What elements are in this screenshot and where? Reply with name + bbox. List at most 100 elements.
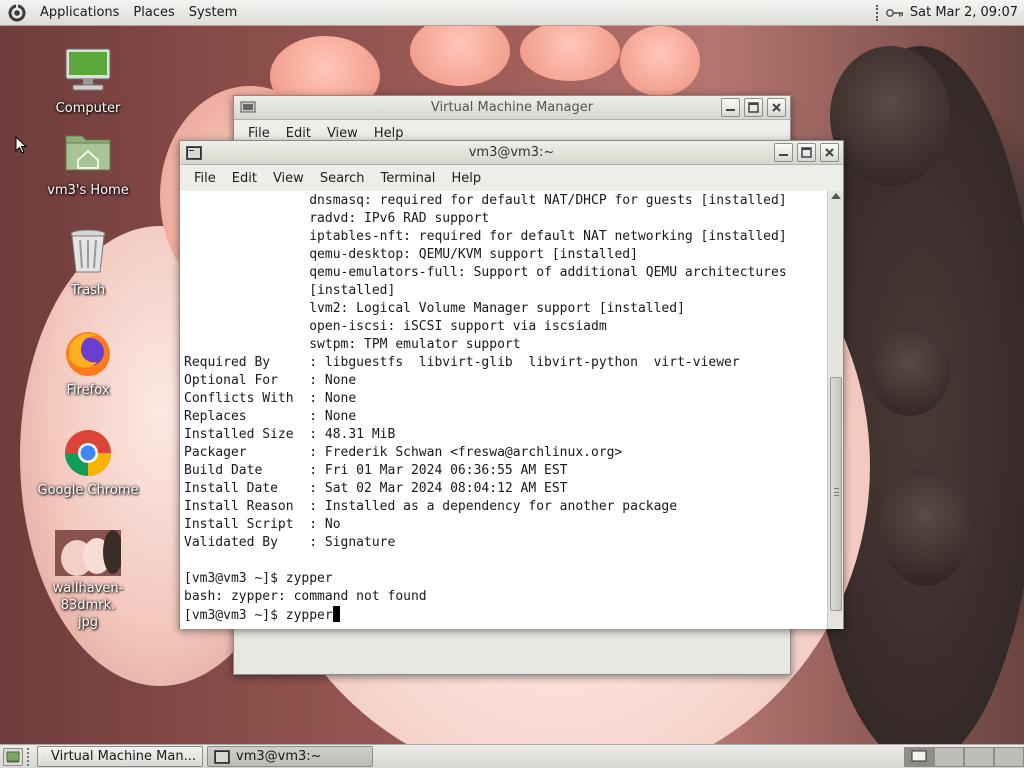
maximize-icon xyxy=(748,102,759,113)
terminal-prompt-text: [vm3@vm3 ~]$ zypper xyxy=(184,608,333,623)
vmm-title: Virtual Machine Manager xyxy=(430,100,594,115)
desktop-icon-wallpaper-file[interactable]: wallhaven-83dmrk. jpg xyxy=(33,530,143,631)
desktop-icon-label: Computer xyxy=(55,101,121,116)
taskbar-item-label: Virtual Machine Man... xyxy=(51,749,196,764)
top-panel: Applications Places System Sat Mar 2, 09… xyxy=(0,0,1024,26)
close-icon xyxy=(825,148,834,157)
firefox-icon xyxy=(63,328,113,378)
text-cursor xyxy=(332,606,340,622)
desktop-icon-label: vm3's Home xyxy=(47,183,129,198)
maximize-icon xyxy=(801,147,812,158)
desktop-icon-label: Firefox xyxy=(66,383,110,398)
terminal-line: qemu-emulators-full: Support of addition… xyxy=(184,265,787,280)
workspace-window-icon xyxy=(911,750,927,761)
minimize-icon xyxy=(779,154,788,156)
scrollbar-thumb[interactable] xyxy=(830,377,842,611)
terminal-line: Build Date : Fri 01 Mar 2024 06:36:55 AM… xyxy=(184,463,568,478)
clock[interactable]: Sat Mar 2, 09:07 xyxy=(910,5,1018,20)
terminal-line: iptables-nft: required for default NAT n… xyxy=(184,229,787,244)
system-menu[interactable]: System xyxy=(182,0,244,26)
vmm-titlebar[interactable]: Virtual Machine Manager xyxy=(234,96,790,120)
workspace-3[interactable] xyxy=(964,746,994,767)
minimize-icon xyxy=(726,109,735,111)
image-thumbnail-icon xyxy=(55,530,123,576)
workspace-1[interactable] xyxy=(904,746,934,767)
taskbar-item-vmm[interactable]: Virtual Machine Man... xyxy=(37,746,203,767)
desktop-icon-label: Trash xyxy=(70,283,106,298)
terminal-icon xyxy=(214,749,230,764)
terminal-app-icon xyxy=(186,145,202,160)
vmm-menu-view[interactable]: View xyxy=(319,126,366,141)
scroll-up-arrow-icon[interactable] xyxy=(831,193,841,199)
terminal-line: Packager : Frederik Schwan <freswa@archl… xyxy=(184,445,623,460)
terminal-menu-view[interactable]: View xyxy=(265,171,312,186)
terminal-prompt-line[interactable]: [vm3@vm3 ~]$ zypper xyxy=(184,606,828,624)
desktop-icon-trash[interactable]: Trash xyxy=(33,228,143,299)
maximize-button[interactable] xyxy=(797,143,816,162)
terminal-line: Conflicts With : None xyxy=(184,391,357,406)
workspace-switcher xyxy=(904,746,1024,767)
trash-icon xyxy=(63,228,113,278)
terminal-line: [vm3@vm3 ~]$ zypper xyxy=(184,571,333,586)
terminal-line: radvd: IPv6 RAD support xyxy=(184,211,490,226)
taskbar-handle[interactable] xyxy=(27,747,33,766)
desktop-icon-computer[interactable]: Computer xyxy=(33,46,143,117)
terminal-line: swtpm: TPM emulator support xyxy=(184,337,521,352)
bottom-panel: Virtual Machine Man... vm3@vm3:~ xyxy=(0,744,1024,768)
terminal-line: Install Date : Sat 02 Mar 2024 08:04:12 … xyxy=(184,481,568,496)
close-icon xyxy=(772,103,781,112)
terminal-title: vm3@vm3:~ xyxy=(468,145,555,160)
terminal-line: Install Script : No xyxy=(184,517,341,532)
terminal-line: Optional For : None xyxy=(184,373,357,388)
desktop-icon-label-line2: jpg xyxy=(77,615,99,630)
grip-icon xyxy=(834,488,839,496)
terminal-menu-help[interactable]: Help xyxy=(443,171,489,186)
keyring-icon[interactable] xyxy=(885,7,904,19)
terminal-line: dnsmasq: required for default NAT/DHCP f… xyxy=(184,193,787,208)
minimize-button[interactable] xyxy=(774,143,793,162)
terminal-line: lvm2: Logical Volume Manager support [in… xyxy=(184,301,685,316)
close-button[interactable] xyxy=(767,98,786,117)
terminal-titlebar[interactable]: vm3@vm3:~ xyxy=(180,141,843,165)
taskbar-item-label: vm3@vm3:~ xyxy=(236,749,322,764)
desktop-icon-label-line1: wallhaven-83dmrk. xyxy=(52,581,124,613)
places-menu[interactable]: Places xyxy=(126,0,181,26)
terminal-line: open-iscsi: iSCSI support via iscsiadm xyxy=(184,319,607,334)
terminal-menu-file[interactable]: File xyxy=(186,171,224,186)
tray-handle[interactable] xyxy=(875,4,880,21)
minimize-button[interactable] xyxy=(721,98,740,117)
show-desktop-button[interactable] xyxy=(3,747,23,766)
home-folder-icon xyxy=(63,128,113,178)
terminal-line: Install Reason : Installed as a dependen… xyxy=(184,499,678,514)
vmm-app-icon xyxy=(240,101,256,112)
close-button[interactable] xyxy=(820,143,839,162)
terminal-scrollbar[interactable] xyxy=(827,191,843,629)
terminal-menu-edit[interactable]: Edit xyxy=(224,171,265,186)
workspace-2[interactable] xyxy=(934,746,964,767)
taskbar-item-terminal[interactable]: vm3@vm3:~ xyxy=(207,746,373,767)
distro-logo-icon[interactable] xyxy=(7,3,27,23)
terminal-output[interactable]: dnsmasq: required for default NAT/DHCP f… xyxy=(180,191,828,629)
vmm-status-area xyxy=(234,624,790,674)
show-desktop-icon xyxy=(6,751,20,762)
terminal-line: Required By : libguestfs libvirt-glib li… xyxy=(184,355,740,370)
terminal-line: bash: zypper: command not found xyxy=(184,589,427,604)
desktop-icon-chrome[interactable]: Google Chrome xyxy=(33,428,143,499)
vmm-menu-file[interactable]: File xyxy=(240,126,278,141)
terminal-line: Validated By : Signature xyxy=(184,535,396,550)
maximize-button[interactable] xyxy=(744,98,763,117)
terminal-menu-search[interactable]: Search xyxy=(312,171,373,186)
vmm-menu-edit[interactable]: Edit xyxy=(278,126,319,141)
workspace-4[interactable] xyxy=(994,746,1024,767)
terminal-menu-terminal[interactable]: Terminal xyxy=(372,171,443,186)
desktop-icon-firefox[interactable]: Firefox xyxy=(33,328,143,399)
terminal-line: Replaces : None xyxy=(184,409,357,424)
terminal-window[interactable]: vm3@vm3:~ File Edit View Search Terminal… xyxy=(179,140,844,629)
vmm-menu-help[interactable]: Help xyxy=(366,126,412,141)
terminal-line: [installed] xyxy=(184,283,396,298)
applications-menu[interactable]: Applications xyxy=(33,0,126,26)
mouse-pointer-icon xyxy=(15,136,27,154)
terminal-menubar: File Edit View Search Terminal Help xyxy=(180,165,843,191)
desktop-icon-home[interactable]: vm3's Home xyxy=(33,128,143,199)
